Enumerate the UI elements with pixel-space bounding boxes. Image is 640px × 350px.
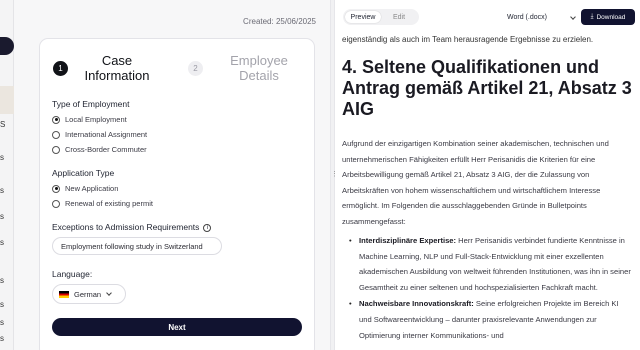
- case-form-card: 1 Case Information 2 Employee Details Ty…: [39, 38, 315, 350]
- view-toggle: Preview Edit: [343, 9, 419, 25]
- step-label: Case Information: [84, 53, 150, 83]
- application-type-title: Application Type: [52, 168, 115, 178]
- list-item: Interdisziplinäre Expertise: Herr Perisa…: [349, 233, 633, 295]
- step-case-information[interactable]: 1 Case Information: [53, 53, 162, 83]
- format-select[interactable]: Word (.docx): [505, 10, 577, 25]
- download-button[interactable]: ⤓ Download: [581, 9, 635, 25]
- sidebar-active-pill[interactable]: [0, 37, 14, 55]
- step-employee-details[interactable]: 2 Employee Details: [188, 53, 303, 83]
- document-heading: 4. Seltene Qualifikationen und Antrag ge…: [342, 57, 632, 119]
- download-icon: ⤓: [590, 13, 594, 20]
- info-icon[interactable]: i: [203, 223, 212, 232]
- step-number: 1: [53, 60, 68, 76]
- radio-renewal[interactable]: Renewal of existing permit: [52, 199, 153, 208]
- sidebar-item-fragment[interactable]: S: [0, 120, 5, 129]
- sidebar-item-fragment[interactable]: s: [0, 318, 4, 327]
- chevron-down-icon: [570, 13, 576, 20]
- exceptions-select[interactable]: Employment following study in Switzerlan…: [52, 237, 222, 255]
- radio-international-assignment[interactable]: International Assignment: [52, 130, 147, 139]
- form-pane: Created: 25/06/2025 1 Case Information 2…: [14, 0, 330, 350]
- radio-checked-icon[interactable]: [52, 115, 60, 124]
- radio-local-employment[interactable]: Local Employment: [52, 115, 127, 124]
- chevron-down-icon: [106, 290, 112, 296]
- language-select[interactable]: German: [52, 284, 126, 304]
- employment-type-title: Type of Employment: [52, 99, 130, 109]
- sidebar-item-fragment[interactable]: s: [0, 186, 4, 195]
- next-button[interactable]: Next: [52, 318, 302, 336]
- document-bullet-list: Interdisziplinäre Expertise: Herr Perisa…: [349, 233, 633, 344]
- preview-pane: Preview Edit Word (.docx) ⤓ Download eig…: [335, 0, 640, 350]
- sidebar-item-fragment[interactable]: s: [0, 153, 4, 162]
- radio-new-application[interactable]: New Application: [52, 184, 118, 193]
- sidebar-item-fragment[interactable]: s: [0, 300, 4, 309]
- german-flag-icon: [59, 290, 69, 298]
- created-date: Created: 25/06/2025: [243, 17, 316, 26]
- sidebar-rail: S s s s s s s s s: [0, 0, 14, 350]
- sidebar-item-fragment[interactable]: s: [0, 212, 4, 221]
- radio-unchecked-icon[interactable]: [52, 199, 60, 208]
- sidebar-item-fragment[interactable]: s: [0, 238, 4, 247]
- step-number: 2: [188, 60, 203, 76]
- document-text-line: eigenständig als auch im Team herausrage…: [342, 35, 594, 44]
- sidebar-item-fragment[interactable]: s: [0, 276, 4, 285]
- sidebar-highlight[interactable]: [0, 86, 14, 114]
- document-paragraph: Aufgrund der einzigartigen Kombination s…: [342, 139, 609, 226]
- language-title: Language:: [52, 269, 93, 279]
- radio-checked-icon[interactable]: [52, 184, 60, 193]
- tab-edit[interactable]: Edit: [381, 11, 417, 23]
- radio-cross-border-commuter[interactable]: Cross-Border Commuter: [52, 145, 147, 154]
- exceptions-title: Exceptions to Admission Requirements i: [52, 222, 212, 232]
- step-label: Employee Details: [230, 53, 288, 83]
- list-item: Nachweisbare Innovationskraft: Seine erf…: [349, 296, 633, 343]
- radio-unchecked-icon[interactable]: [52, 130, 60, 139]
- radio-unchecked-icon[interactable]: [52, 145, 60, 154]
- sidebar-item-fragment[interactable]: s: [0, 334, 4, 343]
- tab-preview[interactable]: Preview: [345, 11, 381, 23]
